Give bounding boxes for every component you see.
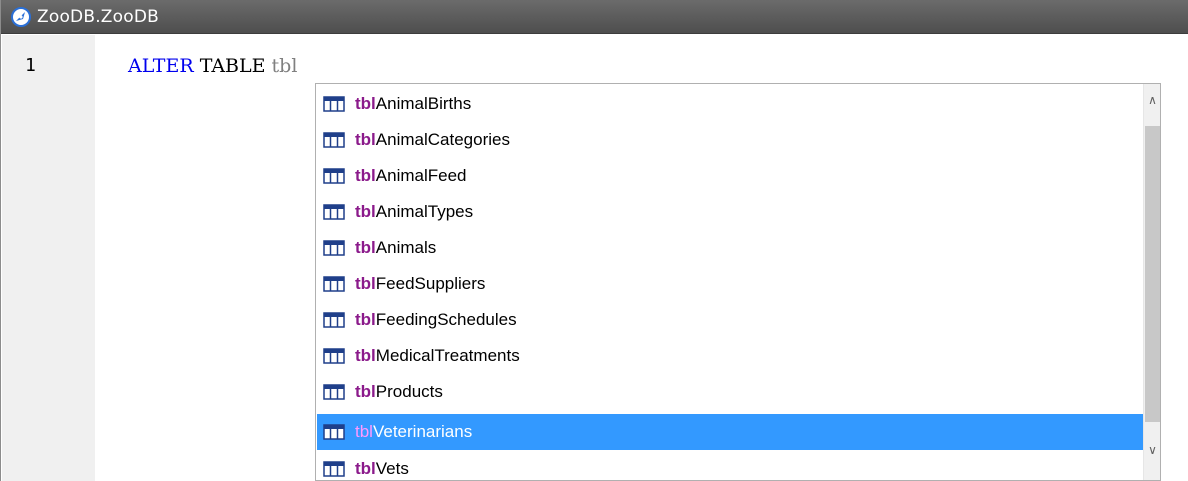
item-prefix: tbl [355, 274, 376, 293]
table-icon [323, 239, 345, 257]
item-label: Animals [375, 238, 437, 257]
table-icon [323, 423, 345, 441]
autocomplete-item[interactable]: tblMedicalTreatments [317, 338, 1145, 374]
line-number-gutter [2, 35, 95, 481]
line-number: 1 [25, 55, 36, 76]
table-icon [323, 203, 345, 221]
autocomplete-item[interactable]: tblFeedSuppliers [317, 266, 1145, 302]
typed-identifier: tbl [271, 55, 298, 77]
item-prefix: tbl [355, 94, 376, 113]
window-title: ZooDB.ZooDB [37, 6, 160, 27]
item-prefix: tbl [355, 202, 376, 221]
item-label: AnimalTypes [375, 202, 474, 221]
table-icon [323, 460, 345, 478]
autocomplete-item[interactable]: tblProducts [317, 374, 1145, 410]
autocomplete-item[interactable]: tblAnimalTypes [317, 194, 1145, 230]
keyword-alter: ALTER [128, 55, 194, 77]
autocomplete-item[interactable]: tblAnimals [317, 230, 1145, 266]
item-label: MedicalTreatments [375, 346, 520, 365]
table-icon [323, 131, 345, 149]
database-connection-icon [9, 5, 33, 29]
table-icon [323, 167, 345, 185]
item-label: AnimalBirths [375, 94, 472, 113]
scroll-down-arrow-icon[interactable]: ∨ [1144, 434, 1160, 466]
item-label: FeedingSchedules [375, 310, 517, 329]
table-icon [323, 311, 345, 329]
item-label: AnimalFeed [375, 166, 467, 185]
item-label: Veterinarians [372, 422, 473, 441]
autocomplete-item[interactable]: tblVets [317, 451, 1145, 480]
item-prefix: tbl [355, 166, 376, 185]
title-bar[interactable]: ZooDB.ZooDB [1, 0, 1188, 34]
autocomplete-item[interactable]: tblAnimalCategories [317, 122, 1145, 158]
table-icon [323, 383, 345, 401]
table-icon [323, 95, 345, 113]
item-prefix: tbl [355, 459, 376, 478]
sql-editor-window: ZooDB.ZooDB 1 ALTER TABLE tbl tblAnimalB… [0, 0, 1188, 481]
item-prefix: tbl [355, 346, 376, 365]
item-prefix: tbl [355, 422, 373, 441]
autocomplete-item[interactable]: tblFeedingSchedules [317, 302, 1145, 338]
autocomplete-item-selected[interactable]: tblVeterinarians [317, 414, 1145, 450]
vertical-scrollbar[interactable]: ∧ ∨ [1143, 84, 1160, 480]
table-icon [323, 275, 345, 293]
sql-code-line[interactable]: ALTER TABLE tbl [128, 55, 297, 77]
item-prefix: tbl [355, 382, 376, 401]
scroll-up-arrow-icon[interactable]: ∧ [1144, 84, 1160, 116]
item-label: Products [375, 382, 443, 401]
item-prefix: tbl [355, 238, 376, 257]
autocomplete-popup[interactable]: tblAnimalBirths tblAnimalCategories tblA… [315, 83, 1161, 481]
autocomplete-item[interactable]: tblAnimalFeed [317, 158, 1145, 194]
item-label: Vets [375, 459, 409, 478]
keyword-table: TABLE [199, 55, 266, 77]
item-label: AnimalCategories [375, 130, 510, 149]
autocomplete-item[interactable]: tblAnimalBirths [317, 86, 1145, 122]
scroll-thumb[interactable] [1145, 126, 1160, 422]
item-label: FeedSuppliers [375, 274, 486, 293]
table-icon [323, 347, 345, 365]
item-prefix: tbl [355, 130, 376, 149]
item-prefix: tbl [355, 310, 376, 329]
